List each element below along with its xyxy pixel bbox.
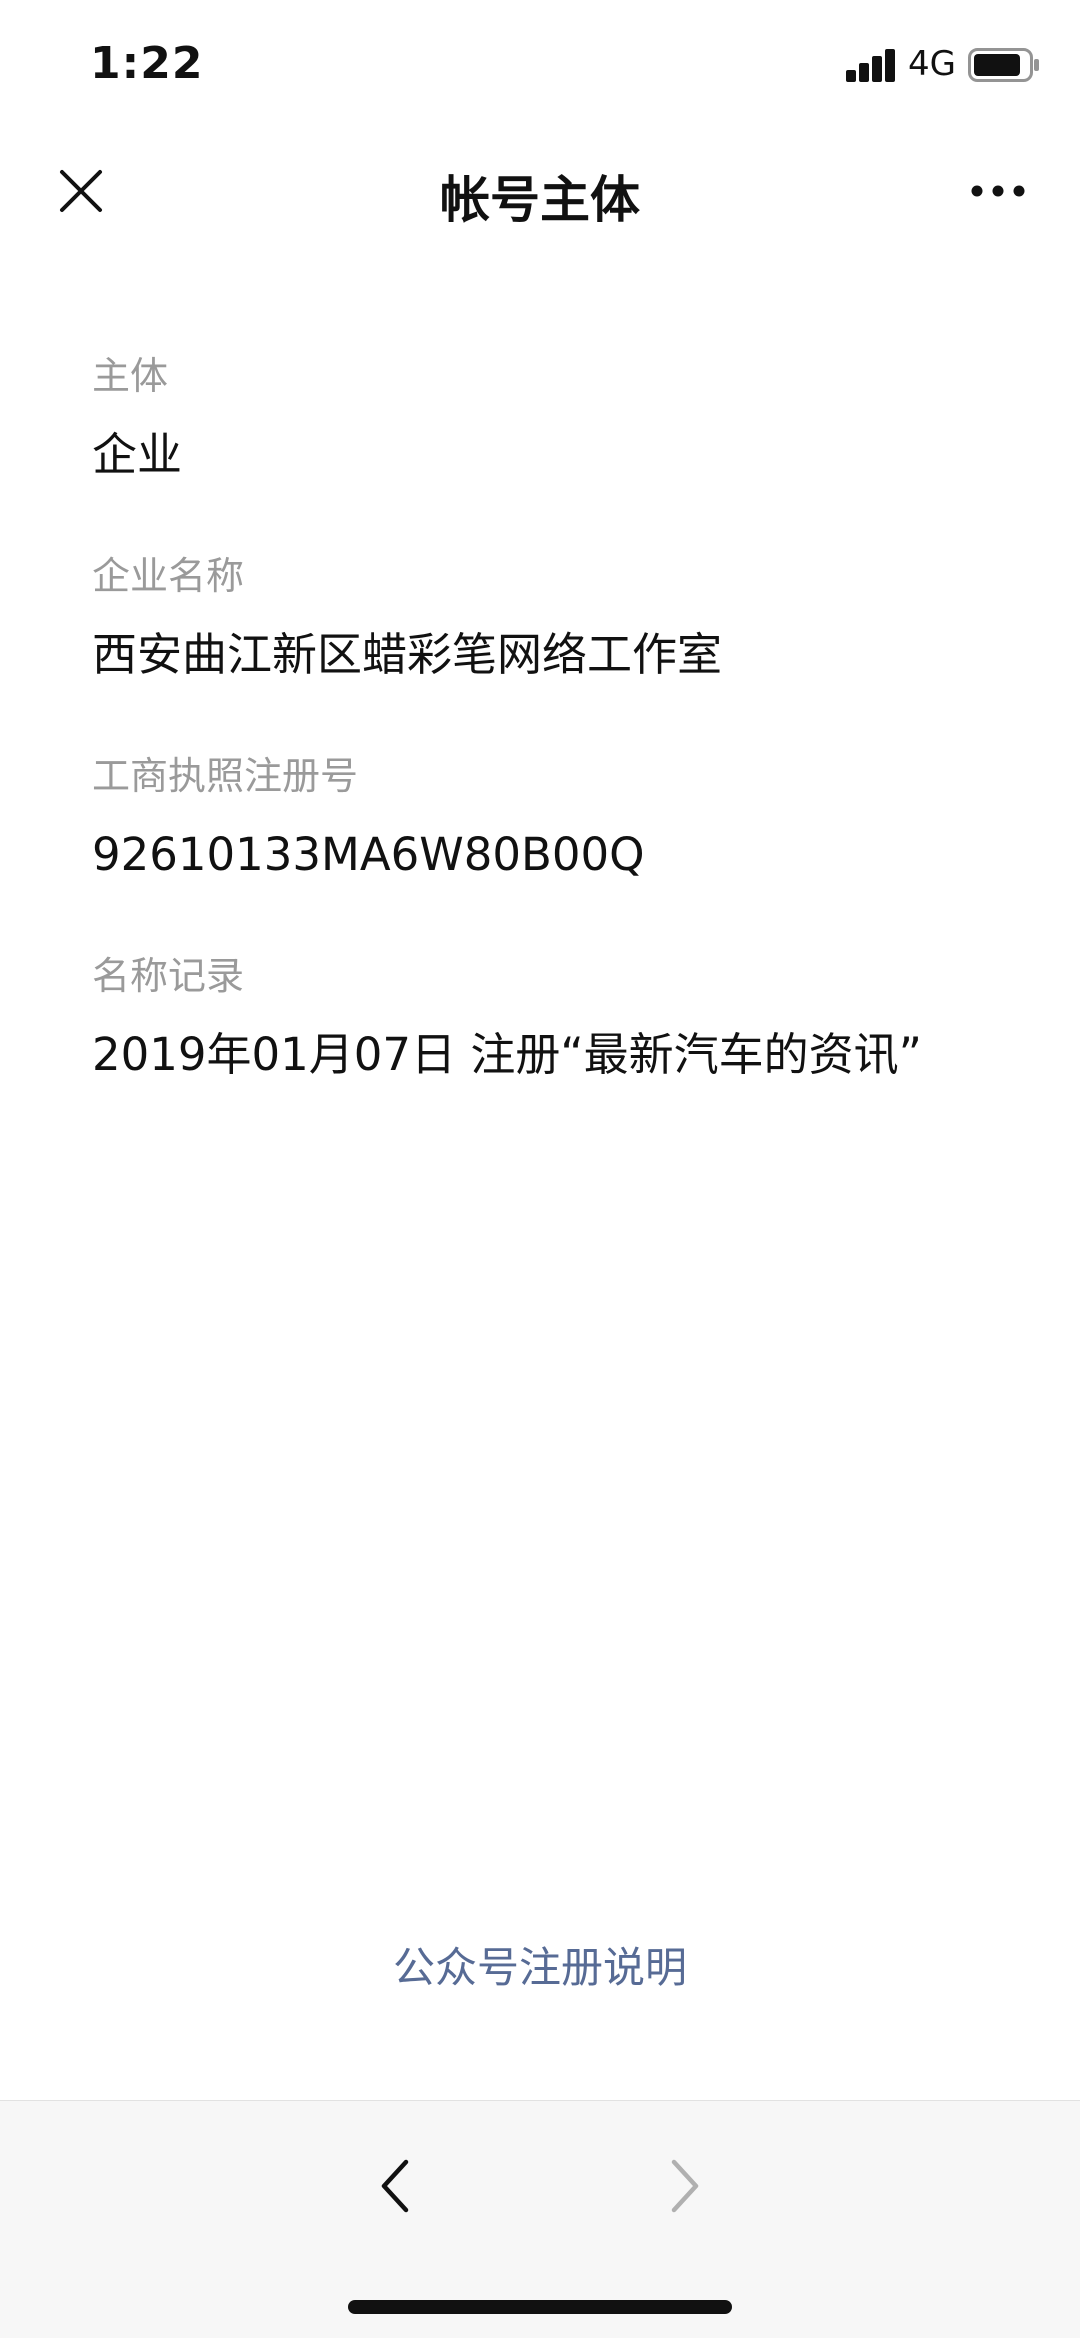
more-dots-icon bbox=[971, 185, 1025, 197]
forward-button[interactable] bbox=[650, 2141, 720, 2231]
network-type: 4G bbox=[908, 44, 956, 84]
field-subject: 主体 企业 bbox=[92, 350, 1012, 486]
account-subject-info: 主体 企业 企业名称 西安曲江新区蜡彩笔网络工作室 工商执照注册号 926101… bbox=[92, 350, 1012, 1086]
more-button[interactable] bbox=[966, 160, 1030, 222]
home-indicator bbox=[348, 2300, 732, 2314]
field-company-name: 企业名称 西安曲江新区蜡彩笔网络工作室 bbox=[92, 550, 1012, 686]
field-value: 2019年01月07日 注册“最新汽车的资讯” bbox=[92, 1028, 922, 1081]
field-label: 工商执照注册号 bbox=[92, 754, 359, 798]
nav-bar: 帐号主体 bbox=[0, 132, 1080, 250]
cellular-signal-icon bbox=[846, 48, 896, 82]
field-name-history: 名称记录 2019年01月07日 注册“最新汽车的资讯” bbox=[92, 950, 1012, 1086]
page-title: 帐号主体 bbox=[440, 171, 640, 229]
field-label: 名称记录 bbox=[92, 954, 245, 998]
field-label: 主体 bbox=[92, 354, 169, 398]
field-value: 92610133MA6W80B00Q bbox=[92, 828, 645, 881]
battery-icon bbox=[968, 48, 1040, 82]
chevron-right-icon bbox=[671, 2159, 699, 2213]
field-license-number: 工商执照注册号 92610133MA6W80B00Q bbox=[92, 750, 1012, 886]
registration-info-link[interactable]: 公众号注册说明 bbox=[0, 1934, 1080, 1995]
field-value: 企业 bbox=[92, 428, 183, 481]
field-label: 企业名称 bbox=[92, 554, 245, 598]
chevron-left-icon bbox=[381, 2159, 409, 2213]
status-time: 1:22 bbox=[90, 38, 204, 89]
status-bar: 1:22 4G bbox=[0, 0, 1080, 132]
field-value: 西安曲江新区蜡彩笔网络工作室 bbox=[92, 628, 723, 681]
back-button[interactable] bbox=[360, 2141, 430, 2231]
